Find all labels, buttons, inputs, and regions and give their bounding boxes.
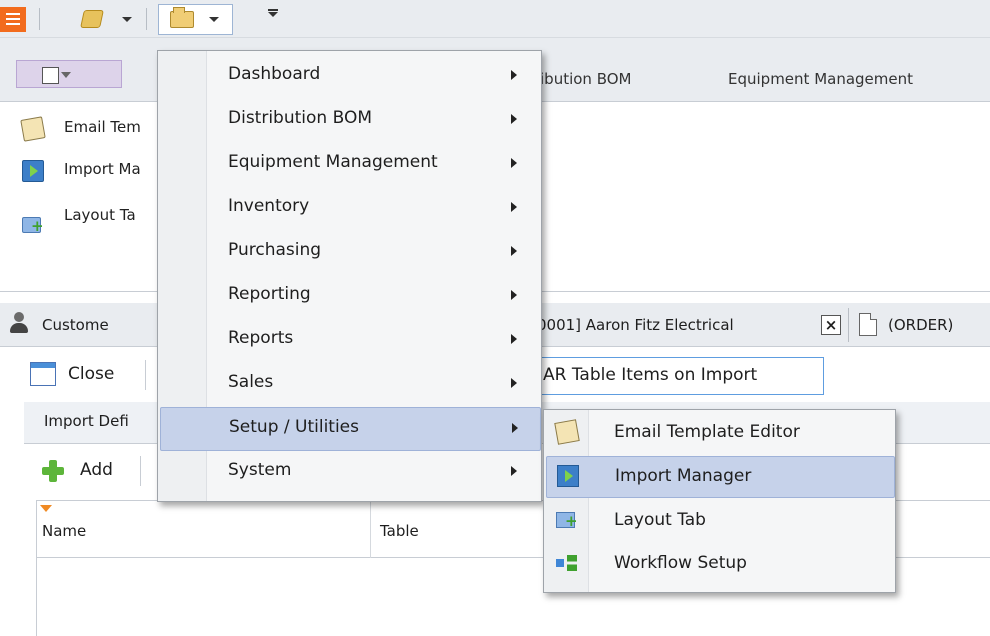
submenu-arrow-icon — [511, 246, 517, 256]
customer-icon — [10, 312, 28, 334]
ribbon-item-label: Email Tem — [64, 118, 141, 136]
menu-item-label: Reporting — [228, 284, 311, 304]
tab-equipment-management[interactable]: Equipment Management — [728, 70, 913, 88]
menu-item-inventory[interactable]: Inventory — [160, 187, 539, 229]
submenu-arrow-icon — [511, 202, 517, 212]
ribbon-item-label: Import Ma — [64, 160, 141, 178]
grid-left-border — [36, 500, 37, 636]
submenu-item-email-template-editor[interactable]: Email Template Editor — [546, 413, 893, 453]
ribbon-email-template-button[interactable]: Email Tem — [20, 116, 141, 142]
menu-item-reports[interactable]: Reports — [160, 319, 539, 361]
menu-item-distribution-bom[interactable]: Distribution BOM — [160, 99, 539, 141]
folder-icon — [170, 7, 194, 28]
menu-item-setup-utilities[interactable]: Setup / Utilities — [160, 407, 541, 451]
ribbon-layout-tab-button[interactable]: Layout Ta — [22, 206, 136, 234]
ar-table-items-label: AR Table Items on Import — [543, 365, 758, 385]
close-button[interactable]: Close — [68, 364, 114, 384]
submenu-item-import-manager[interactable]: Import Manager — [546, 456, 895, 498]
submenu-item-layout-tab[interactable]: Layout Tab — [546, 501, 893, 541]
quick-access-toolbar — [0, 0, 990, 38]
customize-toolbar-bar — [268, 9, 278, 11]
close-tab-icon[interactable]: × — [821, 315, 841, 335]
submenu-arrow-icon — [511, 466, 517, 476]
submenu-item-label: Email Template Editor — [614, 422, 800, 442]
submenu-arrow-icon — [511, 114, 517, 124]
submenu-item-workflow-setup[interactable]: Workflow Setup — [546, 544, 893, 584]
menu-item-purchasing[interactable]: Purchasing — [160, 231, 539, 273]
menu-item-sales[interactable]: Sales — [160, 363, 539, 405]
tab-distribution-bom[interactable]: ibution BOM — [540, 70, 631, 88]
layout-tab-icon — [22, 217, 44, 234]
close-window-icon[interactable] — [30, 362, 56, 386]
submenu-arrow-icon — [511, 334, 517, 344]
import-manager-icon — [557, 465, 579, 487]
view-options-button[interactable] — [16, 60, 122, 88]
customize-toolbar-icon[interactable] — [268, 12, 278, 17]
tab-account[interactable]: 0001] Aaron Fitz Electrical — [537, 316, 734, 334]
submenu-item-label: Workflow Setup — [614, 553, 747, 573]
menu-item-label: Setup / Utilities — [229, 417, 359, 437]
tab-customer[interactable]: Custome — [42, 316, 109, 334]
import-manager-icon — [22, 160, 44, 182]
ribbon-item-label: Layout Ta — [64, 206, 136, 224]
menu-item-label: System — [228, 460, 292, 480]
menu-item-label: Distribution BOM — [228, 108, 372, 128]
setup-utilities-submenu: Email Template Editor Import Manager Lay… — [543, 409, 896, 593]
column-header-table[interactable]: Table — [380, 522, 419, 540]
toolbar-separator — [39, 8, 40, 30]
submenu-item-label: Import Manager — [615, 466, 752, 486]
menu-item-label: Dashboard — [228, 64, 321, 84]
chevron-down-icon — [61, 72, 71, 78]
submenu-arrow-icon — [511, 158, 517, 168]
document-icon — [859, 313, 877, 336]
menu-item-equipment-management[interactable]: Equipment Management — [160, 143, 539, 185]
column-separator[interactable] — [370, 500, 371, 558]
add-icon[interactable] — [42, 460, 64, 482]
submenu-arrow-icon — [511, 70, 517, 80]
menu-item-label: Reports — [228, 328, 294, 348]
email-template-icon — [20, 116, 46, 142]
chevron-down-icon — [209, 17, 219, 22]
submenu-arrow-icon — [512, 423, 518, 433]
workflow-icon — [556, 555, 578, 571]
menu-item-reporting[interactable]: Reporting — [160, 275, 539, 317]
column-header-name[interactable]: Name — [42, 522, 86, 540]
submenu-arrow-icon — [511, 378, 517, 388]
menu-item-label: Purchasing — [228, 240, 322, 260]
tab-order[interactable]: (ORDER) — [888, 316, 953, 334]
menu-item-system[interactable]: System — [160, 451, 539, 493]
modules-dropdown-menu: Dashboard Distribution BOM Equipment Man… — [157, 50, 542, 502]
add-button[interactable]: Add — [80, 460, 113, 480]
toolbar-separator — [140, 456, 141, 486]
application-menu-button[interactable] — [0, 7, 26, 32]
submenu-item-label: Layout Tab — [614, 510, 706, 530]
toolbar-separator — [145, 360, 146, 390]
menu-item-label: Sales — [228, 372, 274, 392]
menu-item-label: Inventory — [228, 196, 310, 216]
ribbon-import-manager-button[interactable]: Import Ma — [22, 160, 141, 182]
menu-item-label: Equipment Management — [228, 152, 438, 172]
sort-indicator-icon — [40, 505, 52, 512]
tab-divider — [848, 308, 849, 342]
layout-tab-icon — [556, 512, 578, 529]
tab-import-definitions[interactable]: Import Defi — [44, 412, 129, 430]
style-brush-icon[interactable] — [80, 10, 104, 28]
panel-icon — [42, 67, 59, 84]
chevron-down-icon[interactable] — [122, 17, 132, 22]
submenu-arrow-icon — [511, 290, 517, 300]
toolbar-separator — [146, 8, 147, 30]
menu-item-dashboard[interactable]: Dashboard — [160, 55, 539, 97]
email-template-icon — [554, 419, 580, 445]
